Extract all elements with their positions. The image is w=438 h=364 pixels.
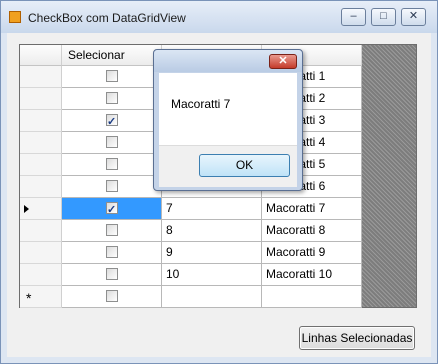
checkbox-cell[interactable] bbox=[62, 110, 162, 133]
checkbox-cell[interactable] bbox=[62, 198, 162, 221]
title-bar[interactable]: CheckBox com DataGridView – □ ✕ bbox=[1, 1, 437, 33]
new-checkbox-cell[interactable] bbox=[62, 286, 162, 308]
row-header[interactable] bbox=[20, 88, 62, 110]
minimize-icon[interactable]: – bbox=[341, 8, 366, 26]
name-cell[interactable]: Macoratti 7 bbox=[262, 198, 362, 220]
name-cell[interactable]: Macoratti 8 bbox=[262, 220, 362, 242]
dialog-body: Macoratti 7 OK bbox=[159, 73, 297, 187]
row-checkbox[interactable] bbox=[106, 136, 118, 148]
column-header-selecionar[interactable]: Selecionar bbox=[62, 45, 162, 66]
row-header[interactable] bbox=[20, 198, 62, 220]
linhas-selecionadas-button[interactable]: Linhas Selecionadas bbox=[299, 326, 415, 350]
dialog-footer: OK bbox=[159, 145, 297, 187]
row-header[interactable] bbox=[20, 264, 62, 286]
dialog-message: Macoratti 7 bbox=[171, 97, 231, 111]
row-checkbox[interactable] bbox=[106, 112, 118, 133]
row-header[interactable] bbox=[20, 176, 62, 198]
new-row-marker: * bbox=[26, 290, 32, 306]
new-id-cell[interactable] bbox=[162, 286, 262, 308]
checkbox-cell[interactable] bbox=[62, 264, 162, 286]
id-cell[interactable]: 10 bbox=[162, 264, 262, 286]
id-cell[interactable]: 7 bbox=[162, 198, 262, 220]
row-checkbox[interactable] bbox=[106, 246, 118, 258]
row-checkbox[interactable] bbox=[106, 224, 118, 236]
row-header[interactable] bbox=[20, 242, 62, 264]
row-header[interactable] bbox=[20, 110, 62, 132]
row-checkbox[interactable] bbox=[106, 268, 118, 280]
checkbox-cell[interactable] bbox=[62, 220, 162, 242]
row-checkbox[interactable] bbox=[106, 180, 118, 192]
row-checkbox[interactable] bbox=[106, 92, 118, 104]
checkbox-cell[interactable] bbox=[62, 154, 162, 176]
checkbox-cell[interactable] bbox=[62, 132, 162, 154]
id-cell[interactable]: 9 bbox=[162, 242, 262, 264]
row-checkbox[interactable] bbox=[106, 70, 118, 82]
current-row-arrow-icon bbox=[24, 205, 29, 213]
app-icon bbox=[9, 11, 21, 23]
row-checkbox[interactable] bbox=[106, 158, 118, 170]
dialog-close-icon[interactable]: ✕ bbox=[269, 54, 297, 69]
new-row-header[interactable]: * bbox=[20, 286, 62, 308]
id-cell[interactable]: 8 bbox=[162, 220, 262, 242]
close-icon[interactable]: ✕ bbox=[401, 8, 426, 26]
row-checkbox[interactable] bbox=[106, 200, 118, 221]
checkbox-cell[interactable] bbox=[62, 88, 162, 110]
grid-top-left-header bbox=[20, 45, 62, 66]
checkbox-cell[interactable] bbox=[62, 242, 162, 264]
new-name-cell[interactable] bbox=[262, 286, 362, 308]
name-cell[interactable]: Macoratti 9 bbox=[262, 242, 362, 264]
row-header[interactable] bbox=[20, 66, 62, 88]
dialog-title-bar[interactable]: ✕ bbox=[154, 50, 302, 72]
checkbox-cell[interactable] bbox=[62, 176, 162, 198]
new-row-checkbox[interactable] bbox=[106, 290, 118, 302]
message-box-dialog: ✕ Macoratti 7 OK bbox=[153, 49, 303, 191]
main-window: CheckBox com DataGridView – □ ✕ Selecion… bbox=[0, 0, 438, 364]
row-header[interactable] bbox=[20, 154, 62, 176]
row-header[interactable] bbox=[20, 220, 62, 242]
window-title: CheckBox com DataGridView bbox=[28, 11, 186, 25]
maximize-icon[interactable]: □ bbox=[371, 8, 396, 26]
name-cell[interactable]: Macoratti 10 bbox=[262, 264, 362, 286]
dialog-ok-button[interactable]: OK bbox=[199, 154, 290, 177]
row-header[interactable] bbox=[20, 132, 62, 154]
checkbox-cell[interactable] bbox=[62, 66, 162, 88]
